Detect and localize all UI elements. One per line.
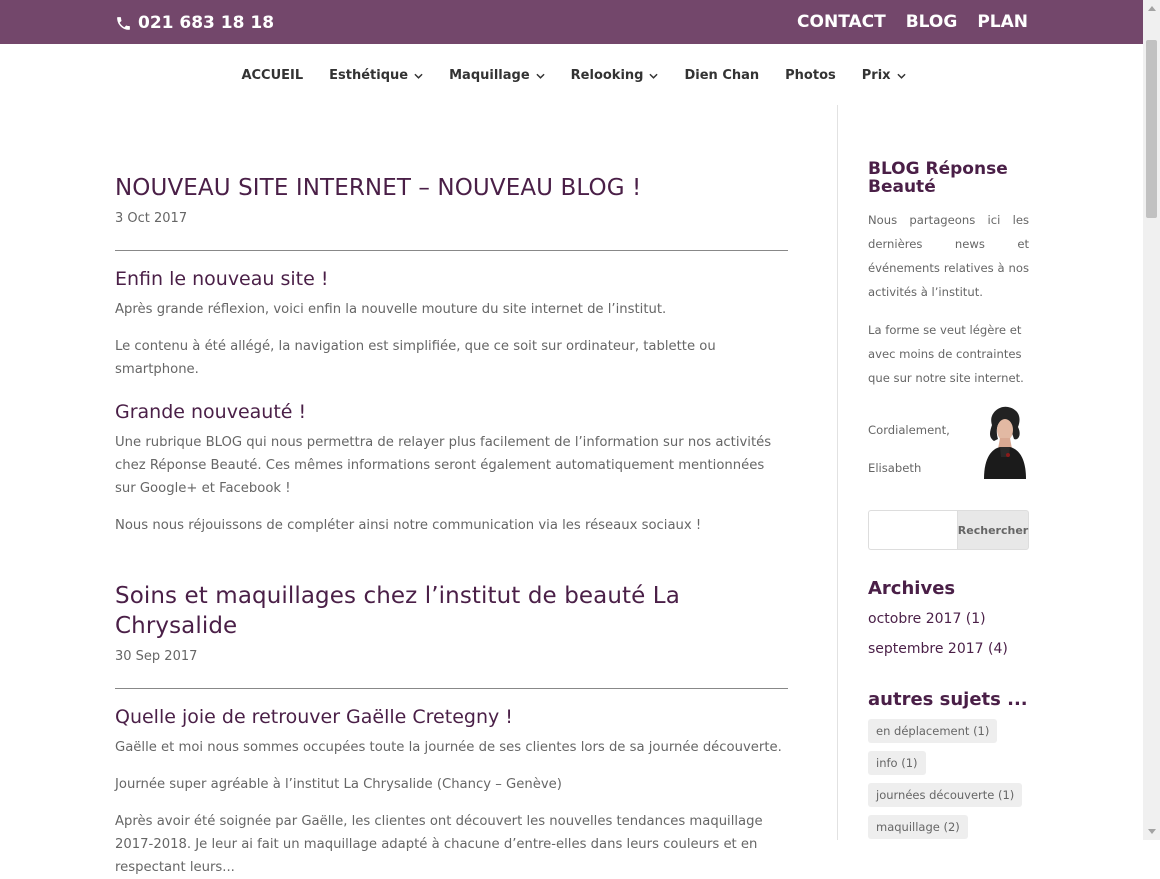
- top-bar: 021 683 18 18 CONTACT BLOG PLAN: [0, 0, 1143, 44]
- nav-item-relooking[interactable]: Relooking: [571, 68, 659, 83]
- page-scrollbar[interactable]: [1143, 0, 1160, 840]
- post-subheading: Enfin le nouveau site !: [115, 268, 329, 290]
- caret-up-icon: [1147, 6, 1156, 11]
- topics-widget: autres sujets ... en déplacement (1) inf…: [868, 688, 1048, 847]
- tag-link[interactable]: journées découverte (1): [868, 783, 1023, 807]
- archives-list: octobre 2017 (1) septembre 2017 (4): [868, 604, 1029, 664]
- chevron-down-icon: [896, 73, 906, 79]
- tag-link[interactable]: info (1): [868, 751, 926, 775]
- post-date: 30 Sep 2017: [115, 649, 198, 664]
- post-paragraph: Après avoir été soignée par Gaëlle, les …: [115, 814, 763, 875]
- nav-label: Maquillage: [449, 68, 530, 83]
- tag-link[interactable]: en déplacement (1): [868, 719, 998, 743]
- sidebar-intro: Nous partageons ici les dernières news e…: [868, 213, 1029, 299]
- nav-label: Prix: [861, 68, 891, 83]
- tag-link[interactable]: maquillage (2): [868, 815, 968, 839]
- nav-item-maquillage[interactable]: Maquillage: [449, 68, 545, 83]
- phone-number: 021 683 18 18: [138, 13, 275, 33]
- plan-link[interactable]: PLAN: [977, 11, 1028, 33]
- chevron-down-icon: [649, 73, 659, 79]
- sidebar-divider: [837, 105, 838, 840]
- nav-item-photos[interactable]: Photos: [785, 68, 836, 83]
- nav-label: Dien Chan: [684, 68, 760, 83]
- nav-item-dien-chan[interactable]: Dien Chan: [684, 68, 759, 83]
- avatar: [978, 405, 1029, 479]
- nav-label: Photos: [785, 68, 836, 83]
- top-links: CONTACT BLOG PLAN: [797, 11, 1028, 33]
- post-paragraph: Le contenu à été allégé, la navigation e…: [115, 339, 716, 377]
- post-title[interactable]: Soins et maquillages chez l’institut de …: [115, 581, 788, 641]
- post-paragraph: Après grande réflexion, voici enfin la n…: [115, 302, 667, 317]
- post-paragraph: Une rubrique BLOG qui nous permettra de …: [115, 435, 772, 496]
- search-button[interactable]: Rechercher: [957, 510, 1029, 550]
- nav-item-esthetique[interactable]: Esthétique: [329, 68, 423, 83]
- post-paragraph: Journée super agréable à l’institut La C…: [115, 777, 562, 792]
- nav-item-prix[interactable]: Prix: [862, 68, 906, 83]
- scroll-thumb[interactable]: [1146, 40, 1157, 218]
- sidebar-title: BLOG Réponse Beauté: [868, 159, 1008, 197]
- search-input[interactable]: [868, 510, 957, 550]
- post-paragraph: Nous nous réjouissons de compléter ainsi…: [115, 518, 702, 533]
- sidebar-text: La forme se veut légère et avec moins de…: [868, 323, 1024, 385]
- archives-widget: Archives octobre 2017 (1) septembre 2017…: [868, 577, 1029, 664]
- scroll-up-arrow[interactable]: [1143, 0, 1160, 17]
- post-subheading: Grande nouveauté !: [115, 401, 307, 423]
- contact-link[interactable]: CONTACT: [797, 11, 886, 33]
- post-subheading: Quelle joie de retrouver Gaëlle Cretegny…: [115, 706, 513, 728]
- phone-icon: [117, 16, 130, 30]
- caret-down-icon: [1147, 829, 1156, 834]
- chevron-down-icon: [536, 73, 545, 79]
- main-navigation: ACCUEIL Esthétique Maquillage Relooking …: [0, 44, 1143, 110]
- archive-link[interactable]: octobre 2017 (1): [868, 604, 1029, 634]
- nav-item-accueil[interactable]: ACCUEIL: [241, 68, 303, 83]
- nav-label: Esthétique: [329, 68, 409, 83]
- scroll-down-arrow[interactable]: [1143, 823, 1160, 840]
- blog-post: Soins et maquillages chez l’institut de …: [115, 581, 788, 879]
- post-date: 3 Oct 2017: [115, 211, 188, 226]
- blog-post: NOUVEAU SITE INTERNET – NOUVEAU BLOG ! 3…: [115, 173, 788, 537]
- search-form: Rechercher: [868, 510, 1029, 550]
- archives-title: Archives: [868, 578, 956, 599]
- post-separator: [115, 250, 788, 251]
- post-title[interactable]: NOUVEAU SITE INTERNET – NOUVEAU BLOG !: [115, 173, 788, 203]
- chevron-down-icon: [414, 73, 423, 79]
- post-separator: [115, 688, 788, 689]
- blog-link[interactable]: BLOG: [906, 11, 958, 33]
- nav-list: ACCUEIL Esthétique Maquillage Relooking …: [0, 44, 1143, 83]
- topics-title: autres sujets ...: [868, 689, 1028, 710]
- post-paragraph: Gaëlle et moi nous sommes occupées toute…: [115, 740, 782, 755]
- nav-label: Relooking: [570, 68, 644, 83]
- phone-contact[interactable]: 021 683 18 18: [115, 12, 274, 34]
- archive-link[interactable]: septembre 2017 (4): [868, 634, 1029, 664]
- nav-label: ACCUEIL: [241, 68, 304, 83]
- tag-cloud: en déplacement (1) info (1) journées déc…: [868, 719, 1048, 847]
